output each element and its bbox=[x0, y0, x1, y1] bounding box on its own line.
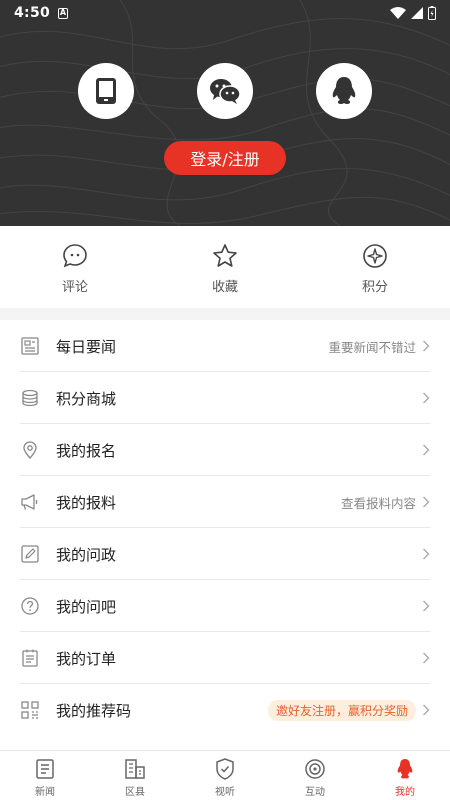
menu-my-registration[interactable]: 我的报名 bbox=[0, 424, 450, 476]
notification-icon: A bbox=[58, 7, 69, 19]
coins-icon bbox=[20, 388, 40, 408]
qrcode-icon bbox=[20, 700, 40, 720]
section-divider bbox=[0, 308, 450, 320]
menu-my-orders[interactable]: 我的订单 bbox=[0, 632, 450, 684]
menu-list: 每日要闻 重要新闻不错过 积分商城 我的报名 我的报料 查看报料内容 我的问政 … bbox=[0, 320, 450, 736]
menu-my-inquiry[interactable]: 我的问政 bbox=[0, 528, 450, 580]
quick-comment[interactable]: 评论 bbox=[0, 226, 150, 308]
interact-tab-icon bbox=[305, 759, 325, 779]
menu-label: 我的问吧 bbox=[56, 597, 117, 616]
status-indicators bbox=[390, 6, 436, 20]
megaphone-icon bbox=[20, 492, 40, 512]
menu-my-tips[interactable]: 我的报料 查看报料内容 bbox=[0, 476, 450, 528]
phone-icon bbox=[96, 78, 116, 104]
quick-points[interactable]: 积分 bbox=[300, 226, 450, 308]
quick-favorites-label: 收藏 bbox=[211, 280, 238, 295]
menu-hint: 重要新闻不错过 bbox=[328, 339, 416, 355]
tab-news[interactable]: 新闻 bbox=[0, 751, 90, 800]
wechat-login-button[interactable] bbox=[197, 63, 253, 119]
referral-badge: 邀好友注册，赢积分奖励 bbox=[267, 699, 416, 721]
profile-header: 4:50 A 登录/注册 bbox=[0, 0, 450, 226]
quick-favorites[interactable]: 收藏 bbox=[150, 226, 300, 308]
tab-district[interactable]: 区县 bbox=[90, 751, 180, 800]
qq-icon bbox=[332, 77, 356, 104]
location-icon bbox=[20, 440, 40, 460]
news-tab-icon bbox=[36, 759, 54, 779]
district-tab-icon bbox=[125, 759, 145, 779]
menu-label: 我的推荐码 bbox=[56, 701, 132, 720]
menu-referral-code[interactable]: 我的推荐码 邀好友注册，赢积分奖励 bbox=[0, 684, 450, 736]
points-icon bbox=[363, 244, 387, 268]
chevron-right-icon bbox=[423, 392, 430, 404]
qq-login-button[interactable] bbox=[316, 63, 372, 119]
chevron-right-icon bbox=[423, 444, 430, 456]
status-bar: 4:50 A bbox=[0, 0, 450, 26]
chevron-right-icon bbox=[423, 496, 430, 508]
newspaper-icon bbox=[20, 336, 40, 356]
bottom-tab-bar: 新闻 区县 视听 互动 我的 bbox=[0, 750, 450, 800]
tab-label: 我的 bbox=[395, 787, 415, 798]
menu-my-questions[interactable]: 我的问吧 bbox=[0, 580, 450, 632]
tab-interact[interactable]: 互动 bbox=[270, 751, 360, 800]
menu-label: 我的报料 bbox=[56, 493, 117, 512]
wifi-icon bbox=[390, 7, 406, 19]
video-tab-icon bbox=[216, 758, 234, 780]
edit-icon bbox=[20, 544, 40, 564]
status-time: 4:50 bbox=[14, 5, 51, 21]
tab-label: 区县 bbox=[125, 787, 145, 798]
profile-tab-icon bbox=[397, 759, 413, 779]
battery-icon bbox=[428, 6, 436, 20]
login-register-button[interactable]: 登录/注册 bbox=[164, 141, 286, 175]
menu-daily-news[interactable]: 每日要闻 重要新闻不错过 bbox=[0, 320, 450, 372]
chevron-right-icon bbox=[423, 340, 430, 352]
chevron-right-icon bbox=[423, 600, 430, 612]
quick-comment-label: 评论 bbox=[61, 280, 88, 295]
chevron-right-icon bbox=[423, 548, 430, 560]
menu-label: 我的报名 bbox=[56, 441, 117, 460]
chevron-right-icon bbox=[423, 704, 430, 716]
menu-label: 积分商城 bbox=[56, 389, 117, 408]
question-icon bbox=[20, 596, 40, 616]
quick-actions: 评论 收藏 积分 bbox=[0, 226, 450, 308]
tab-label: 新闻 bbox=[35, 787, 55, 798]
tab-video[interactable]: 视听 bbox=[180, 751, 270, 800]
menu-hint: 查看报料内容 bbox=[340, 495, 416, 511]
comment-icon bbox=[63, 244, 87, 268]
login-methods bbox=[0, 63, 450, 123]
phone-login-button[interactable] bbox=[78, 63, 134, 119]
quick-points-label: 积分 bbox=[361, 280, 388, 295]
signal-icon bbox=[411, 7, 423, 19]
menu-label: 我的订单 bbox=[56, 649, 117, 668]
star-icon bbox=[213, 244, 237, 267]
menu-label: 我的问政 bbox=[56, 545, 117, 564]
tab-label: 互动 bbox=[305, 787, 325, 798]
order-icon bbox=[20, 648, 40, 668]
menu-label: 每日要闻 bbox=[56, 337, 117, 356]
wechat-icon bbox=[210, 79, 241, 104]
tab-label: 视听 bbox=[215, 787, 235, 798]
menu-points-mall[interactable]: 积分商城 bbox=[0, 372, 450, 424]
tab-profile[interactable]: 我的 bbox=[360, 751, 450, 800]
chevron-right-icon bbox=[423, 652, 430, 664]
